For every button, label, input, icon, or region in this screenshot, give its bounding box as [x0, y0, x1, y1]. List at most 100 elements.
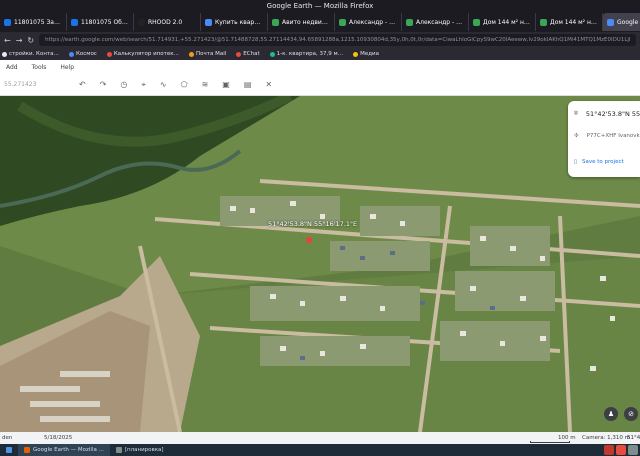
tab-label: 11801075 Заявка	[14, 18, 62, 26]
bookmark-favicon-icon	[353, 51, 359, 57]
taskbar-item-layout[interactable]: [планировка]	[110, 444, 170, 456]
tab-favicon-icon	[473, 18, 480, 26]
bookmark-label: Почта Mail	[196, 51, 227, 57]
window-title: Google Earth — Mozilla Firefox	[0, 0, 640, 12]
tab-label: Авито недвижи	[282, 18, 330, 26]
tray-app-icon[interactable]	[616, 445, 626, 455]
tab-label: Александр - оф	[416, 18, 464, 26]
firefox-icon	[24, 447, 30, 453]
cursor-coordinates: 51°4	[627, 435, 640, 441]
map-pin-icon[interactable]	[306, 237, 312, 243]
tab-label: Дом 144 м² на уч	[483, 18, 531, 26]
taskbar-item-label: [планировка]	[124, 447, 164, 453]
tab-1[interactable]: 11801075 Объя	[67, 13, 134, 31]
menu-tools[interactable]: Tools	[32, 64, 47, 71]
taskbar-item-firefox[interactable]: Google Earth — Mozilla ...	[18, 444, 110, 456]
redo-icon[interactable]: ↷	[100, 80, 107, 90]
tab-6[interactable]: Александр - оф	[402, 13, 469, 31]
forward-icon[interactable]: →	[16, 36, 23, 45]
bookmark-favicon-icon	[69, 51, 74, 57]
tab-2[interactable]: RHOOD 2.0	[134, 13, 201, 31]
tab-favicon-icon	[339, 18, 346, 26]
bookmarks-bar: стройки. Конта… Космос Калькулятор ипотек……	[0, 48, 640, 60]
tab-favicon-icon	[138, 18, 145, 26]
fullscreen-icon[interactable]: ▣	[222, 80, 230, 90]
tab-favicon-icon	[205, 18, 212, 26]
save-to-project-label: Save to project	[582, 159, 624, 165]
earth-menu-bar: Add Tools Help	[0, 60, 640, 74]
tab-label: Александр - оф	[349, 18, 397, 26]
bookmark-favicon-icon	[236, 51, 242, 57]
system-tray	[604, 445, 638, 455]
bookmark-0[interactable]: стройки. Конта…	[2, 51, 59, 57]
undo-icon[interactable]: ↶	[79, 80, 86, 90]
tab-label: Дом 144 м² на уч	[550, 18, 598, 26]
placemark-icon[interactable]: ⌖	[141, 80, 146, 90]
satellite-imagery	[0, 96, 640, 432]
bookmark-icon: ▯	[574, 159, 578, 165]
tab-favicon-icon	[272, 18, 279, 26]
polygon-icon[interactable]: ⬠	[181, 80, 188, 90]
reload-icon[interactable]: ↻	[27, 36, 34, 45]
tab-favicon-icon	[540, 18, 547, 26]
bookmark-label: 1-к. квартира, 37,9 м…	[276, 51, 344, 57]
tray-app-icon[interactable]	[604, 445, 614, 455]
tray-app-icon[interactable]	[628, 445, 638, 455]
bookmark-favicon-icon	[269, 51, 275, 57]
path-icon[interactable]: ∿	[160, 80, 167, 90]
bookmark-4[interactable]: EChat	[236, 51, 260, 57]
tab-9[interactable]: Google Earth	[603, 13, 640, 31]
start-menu-icon[interactable]	[0, 444, 18, 456]
tab-favicon-icon	[4, 18, 11, 26]
bookmark-favicon-icon	[106, 51, 112, 57]
layers-icon[interactable]: ≋	[202, 80, 209, 90]
history-icon[interactable]: ◷	[120, 80, 127, 90]
bookmark-6[interactable]: Медиа	[353, 51, 379, 57]
bookmark-label: стройки. Конта…	[9, 51, 59, 57]
bookmark-label: EChat	[243, 51, 260, 57]
url-field[interactable]: https://earth.google.com/web/search/51.7…	[39, 34, 636, 46]
search-input[interactable]: 55.271423	[2, 78, 67, 92]
bookmark-label: Калькулятор ипотек…	[113, 51, 180, 57]
tab-label: 11801075 Объя	[81, 18, 129, 26]
bookmark-1[interactable]: Космос	[69, 51, 97, 57]
scale-bar	[530, 441, 570, 443]
tab-3[interactable]: Купить квартир	[201, 13, 268, 31]
bookmark-favicon-icon	[189, 51, 195, 57]
folder-icon	[115, 447, 122, 453]
save-to-project-button[interactable]: ▯ Save to project	[574, 159, 624, 165]
satellite-map[interactable]: 51°42'53.8"N 55°16'17.1"E ♟ ⊘	[0, 96, 640, 432]
bookmark-favicon-icon	[2, 51, 7, 57]
status-left-text: den	[2, 435, 13, 441]
street-view-icon[interactable]: ♟	[604, 407, 618, 421]
tab-favicon-icon	[607, 18, 614, 26]
tab-7[interactable]: Дом 144 м² на уч	[469, 13, 536, 31]
earth-toolbar: 55.271423 ↶ ↷ ◷ ⌖ ∿ ⬠ ≋ ▣ ▤ ✕	[0, 74, 640, 96]
tab-favicon-icon	[71, 18, 78, 26]
tab-5[interactable]: Александр - оф	[335, 13, 402, 31]
location-pin-icon: ⌾	[574, 109, 578, 117]
tab-favicon-icon	[406, 18, 413, 26]
tab-label: Купить квартир	[215, 18, 263, 26]
compass-icon[interactable]: ⊘	[624, 407, 638, 421]
tab-4[interactable]: Авито недвижи	[268, 13, 335, 31]
location-info-card: ⌾ 51°42'53.8"N 55 ✣ P77C+XHF Ivanovk ▯ S…	[568, 101, 640, 177]
measure-icon[interactable]: ✕	[265, 80, 272, 90]
bookmark-label: Медиа	[360, 51, 380, 57]
back-icon[interactable]: ←	[4, 36, 11, 45]
tab-0[interactable]: 11801075 Заявка	[0, 13, 67, 31]
menu-help[interactable]: Help	[60, 64, 74, 71]
tab-bar: 11801075 Заявка 11801075 Объя RHOOD 2.0 Куп…	[0, 12, 640, 32]
plus-code: P77C+XHF Ivanovk	[586, 133, 640, 139]
bookmark-2[interactable]: Калькулятор ипотек…	[106, 51, 180, 57]
location-coordinates: 51°42'53.8"N 55	[585, 109, 640, 118]
os-taskbar: Google Earth — Mozilla ... [планировка]	[0, 444, 640, 456]
bookmark-label: Космос	[76, 51, 97, 57]
bookmark-5[interactable]: 1-к. квартира, 37,9 м…	[269, 51, 344, 57]
imagery-date: 5/18/2025	[44, 435, 73, 441]
bookmark-3[interactable]: Почта Mail	[189, 51, 226, 57]
menu-add[interactable]: Add	[6, 64, 18, 71]
taskbar-item-label: Google Earth — Mozilla ...	[33, 447, 104, 453]
photo-icon[interactable]: ▤	[244, 80, 252, 90]
tab-8[interactable]: Дом 144 м² на уч	[536, 13, 603, 31]
